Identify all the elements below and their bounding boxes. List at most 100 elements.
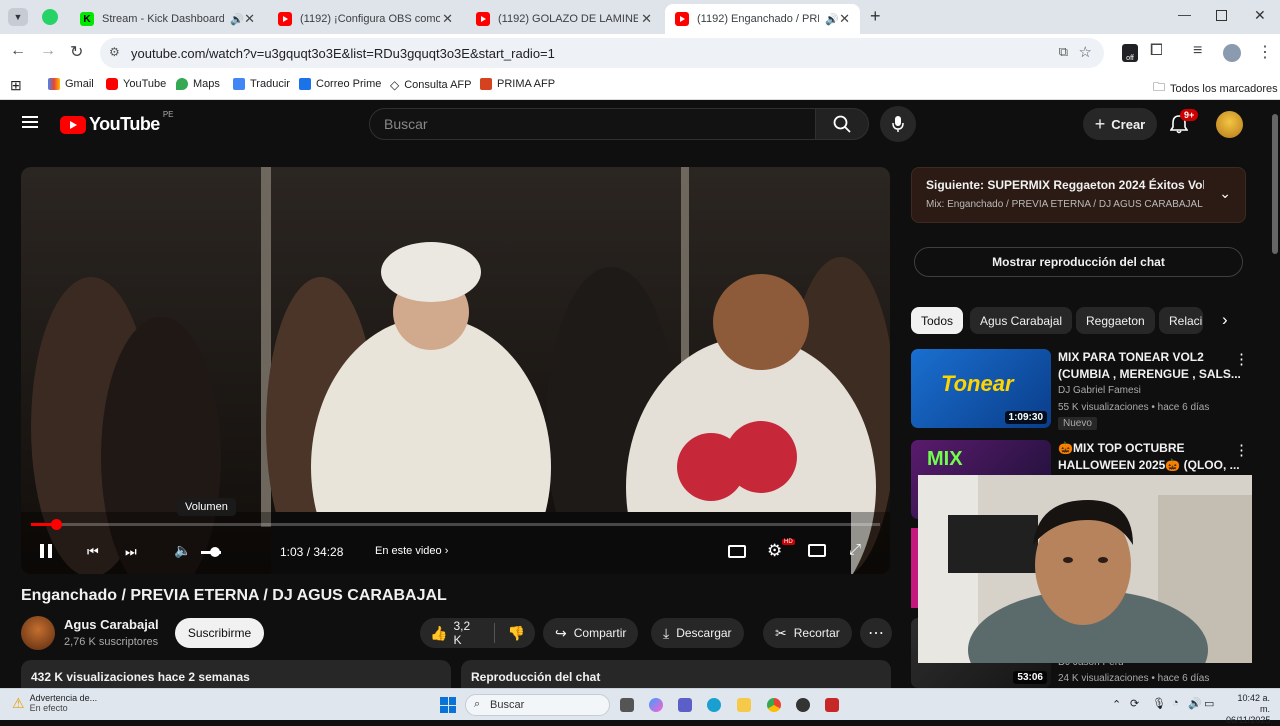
close-icon[interactable]: ✕	[839, 11, 850, 27]
bookmark-consulta-afp[interactable]: ◇ Consulta AFP	[390, 78, 472, 92]
page-scrollbar[interactable]	[1270, 100, 1280, 688]
app-icon[interactable]	[825, 698, 839, 712]
chevron-up-icon[interactable]: ⌃	[1112, 698, 1121, 711]
hamburger-menu-icon[interactable]	[22, 116, 38, 128]
chevron-right-icon[interactable]: ›	[1222, 310, 1228, 330]
volume-slider[interactable]	[201, 547, 221, 557]
chat-replay-panel[interactable]: Reproducción del chat	[461, 660, 891, 688]
share-button[interactable]: ↪ Compartir	[543, 618, 639, 648]
bookmark-gmail[interactable]: Gmail	[48, 78, 94, 90]
taskbar-search[interactable]: ⌕ Buscar	[465, 694, 610, 716]
subscribe-button[interactable]: Suscribirme	[175, 618, 264, 648]
recommendation-thumbnail[interactable]: Tonear 1:09:30	[911, 349, 1051, 428]
more-vert-icon[interactable]: ⋮	[1234, 350, 1249, 368]
clock[interactable]: 10:42 a. m. 06/11/2025	[1226, 693, 1270, 726]
more-vert-icon[interactable]: ⋮	[1234, 441, 1249, 459]
clip-button[interactable]: ✂ Recortar	[763, 618, 852, 648]
chip-todos[interactable]: Todos	[911, 307, 964, 334]
extensions-puzzle-icon[interactable]: ⧠	[1150, 42, 1163, 60]
youtube-logo[interactable]: YouTube PE	[60, 110, 174, 135]
copilot-icon[interactable]	[649, 698, 663, 712]
chapters-button[interactable]: En este video ›	[375, 545, 448, 557]
channel-name[interactable]: Agus Carabajal	[64, 617, 159, 632]
more-actions-button[interactable]: ⋯	[860, 618, 892, 648]
subtitles-icon[interactable]	[728, 545, 746, 558]
progress-track[interactable]	[31, 519, 880, 530]
maximize-button[interactable]	[1216, 10, 1227, 21]
previous-icon[interactable]: ⏮	[87, 544, 99, 560]
windows-start-icon[interactable]	[440, 697, 456, 713]
search-button[interactable]	[815, 108, 869, 140]
settings-gear-icon[interactable]: ⚙	[767, 541, 782, 561]
channel-avatar[interactable]	[21, 616, 55, 650]
tab-configura-obs[interactable]: (1192) ¡Configura OBS como un ✕	[268, 4, 463, 34]
whatsapp-pinned-tab[interactable]	[42, 9, 58, 25]
extension-off-icon[interactable]: off	[1122, 44, 1138, 62]
recommendation-title[interactable]: MIX PARA TONEAR VOL2 (CUMBIA , MERENGUE …	[1058, 349, 1241, 383]
forward-arrow-icon[interactable]: →	[40, 42, 56, 60]
profile-avatar[interactable]	[1223, 44, 1241, 62]
chip-relacionados[interactable]: Relaci	[1159, 307, 1203, 334]
fullscreen-icon[interactable]: ⤢	[849, 541, 861, 558]
create-button[interactable]: + Crear	[1083, 108, 1157, 140]
apps-grid-icon[interactable]: ⊞	[10, 77, 22, 94]
close-icon[interactable]: ✕	[442, 11, 453, 27]
video-player[interactable]: Volumen ⏮ ⏭ 🔈 1:03 / 34:28 En este video…	[21, 167, 890, 574]
new-tab-button[interactable]: +	[870, 6, 881, 27]
reload-icon[interactable]: ↻	[70, 42, 83, 62]
chip-agus-carabajal[interactable]: Agus Carabajal	[970, 307, 1073, 334]
download-button[interactable]: ⤓ Descargar	[651, 618, 744, 648]
recommendation-channel[interactable]: DJ Gabriel Famesi	[1058, 385, 1141, 396]
back-arrow-icon[interactable]: ←	[10, 42, 26, 60]
notifications-button[interactable]: 9+	[1169, 109, 1199, 139]
theater-mode-icon[interactable]	[808, 544, 826, 557]
window-close-button[interactable]: ✕	[1254, 7, 1266, 24]
pause-icon[interactable]	[40, 544, 52, 558]
notification-widget[interactable]: ⚠ Advertencia de... En efecto	[12, 693, 97, 713]
voice-search-button[interactable]	[880, 106, 916, 142]
search-input[interactable]: Buscar	[369, 108, 816, 140]
next-icon[interactable]: ⏭	[125, 544, 137, 560]
up-next-card[interactable]: Siguiente: SUPERMIX Reggaeton 2024 Éxito…	[911, 167, 1246, 223]
wifi-icon[interactable]: ◔	[1172, 697, 1179, 709]
media-control-icon[interactable]: ≡	[1193, 42, 1202, 60]
show-chat-replay-button[interactable]: Mostrar reproducción del chat	[914, 247, 1243, 277]
all-bookmarks[interactable]: 🗀 Todos los marcadores	[1153, 78, 1278, 99]
address-bar[interactable]: ⚙ youtube.com/watch?v=u3gquqt3o3E&list=R…	[100, 38, 1104, 68]
more-vert-icon[interactable]: ⋮	[1257, 42, 1273, 62]
close-icon[interactable]: ✕	[244, 11, 255, 27]
account-avatar[interactable]	[1216, 111, 1243, 138]
scrollbar-thumb[interactable]	[1272, 114, 1278, 254]
volume-knob[interactable]	[210, 547, 220, 557]
recommendation-title[interactable]: 🎃MIX TOP OCTUBRE HALLOWEEN 2025🎃 (QLOO, …	[1058, 440, 1240, 474]
like-button[interactable]: 👍 3,2 K	[430, 619, 481, 647]
close-icon[interactable]: ✕	[641, 11, 652, 27]
obs-icon[interactable]	[796, 698, 810, 712]
speaker-icon[interactable]: 🔊	[1188, 697, 1202, 710]
teams-icon[interactable]	[678, 698, 692, 712]
minimize-button[interactable]: —	[1178, 7, 1191, 22]
tab-search-button[interactable]: ▼	[8, 8, 28, 26]
star-icon[interactable]: ☆	[1079, 43, 1092, 61]
thumbs-down-icon[interactable]: 👎	[508, 625, 525, 642]
network-sync-icon[interactable]: ⟳	[1130, 697, 1139, 710]
file-explorer-icon[interactable]	[737, 698, 751, 712]
microphone-icon[interactable]: 🎙	[1152, 697, 1166, 710]
edge-icon[interactable]	[707, 698, 721, 712]
description-box[interactable]: 432 K visualizaciones hace 2 semanas	[21, 660, 451, 688]
progress-scrubber[interactable]	[51, 519, 62, 530]
site-info-icon[interactable]: ⚙	[109, 45, 120, 59]
chevron-down-icon[interactable]: ⌄	[1219, 185, 1231, 202]
bookmark-prima-afp[interactable]: PRIMA AFP	[480, 78, 555, 90]
bookmark-traducir[interactable]: Traducir	[233, 78, 290, 90]
volume-icon[interactable]: 🔈	[174, 542, 191, 559]
task-view-icon[interactable]	[620, 698, 634, 712]
bookmark-maps[interactable]: Maps	[176, 78, 220, 90]
install-app-icon[interactable]: ⧉	[1059, 44, 1068, 60]
tab-kick-dashboard[interactable]: K Stream - Kick Dashboard 🔊 ✕	[70, 4, 265, 34]
chrome-icon[interactable]	[767, 698, 781, 712]
tab-golazo[interactable]: (1192) GOLAZO DE LAMINE, BL ✕	[466, 4, 662, 34]
tab-enganchado-active[interactable]: (1192) Enganchado / PREVI 🔊 ✕	[665, 4, 860, 34]
bookmark-correo-prime[interactable]: Correo Prime	[299, 78, 381, 90]
bookmark-youtube[interactable]: YouTube	[106, 78, 166, 90]
